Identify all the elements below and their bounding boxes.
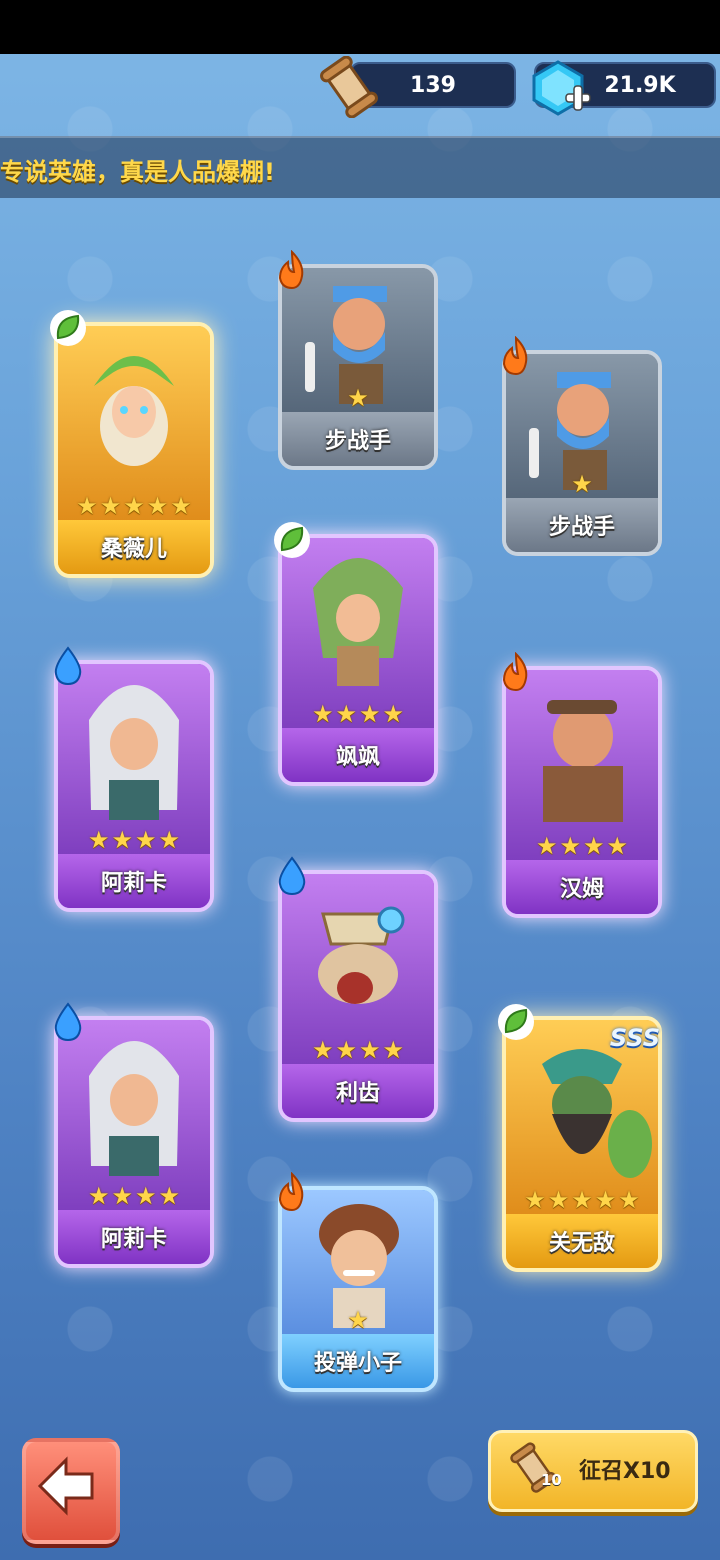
- hero-card[interactable]: ★ ★ ★ ★ 利齿: [278, 856, 438, 1122]
- star-rating: ★: [571, 470, 593, 498]
- hero-name: 阿莉卡: [58, 854, 210, 908]
- hero-name: 步战手: [282, 412, 434, 466]
- water-element-icon: [54, 646, 82, 686]
- hero-name: 桑薇儿: [58, 520, 210, 574]
- fire-element-icon: [502, 652, 528, 692]
- hero-name: 利齿: [282, 1064, 434, 1118]
- hero-portrait: [506, 670, 658, 860]
- hero-card[interactable]: ★ 投弹小子: [278, 1172, 438, 1392]
- star-rating: ★ ★ ★ ★ ★: [524, 1186, 640, 1214]
- card-frame: ★ ★ ★ ★ 阿莉卡: [54, 660, 214, 912]
- hero-portrait: [58, 1020, 210, 1210]
- hero-card[interactable]: ★ ★ ★ ★ 汉姆: [502, 652, 662, 918]
- hero-portrait: [282, 874, 434, 1064]
- star-rating: ★ ★ ★ ★ ★: [76, 492, 192, 520]
- hero-card[interactable]: ★ ★ ★ ★ 阿莉卡: [54, 1002, 214, 1268]
- gem-plus-icon[interactable]: [528, 58, 592, 118]
- hero-card[interactable]: ★ ★ ★ ★ 飒飒: [274, 522, 438, 786]
- star-rating: ★ ★ ★ ★: [87, 1182, 181, 1210]
- card-frame: ★ ★ ★ ★ ★ 桑薇儿: [54, 322, 214, 578]
- water-element-icon: [54, 1002, 82, 1042]
- hero-card[interactable]: ★ ★ ★ ★ ★ 桑薇儿: [50, 310, 214, 578]
- announcement-banner: 专说英雄，真是人品爆棚!: [0, 136, 720, 198]
- hero-card[interactable]: ★ ★ ★ ★ ★ 关无敌 SSS: [498, 1004, 662, 1272]
- leaf-element-icon: [274, 522, 310, 558]
- summon-x10-button[interactable]: 10 征召X10: [488, 1430, 698, 1512]
- hero-card[interactable]: ★ ★ ★ ★ 阿莉卡: [54, 646, 214, 912]
- scroll-icon: [320, 56, 378, 118]
- hero-card[interactable]: ★ 步战手: [502, 336, 662, 556]
- fire-element-icon: [278, 1172, 304, 1212]
- card-frame: ★ ★ ★ ★ ★ 关无敌: [502, 1016, 662, 1272]
- sss-badge: SSS: [609, 1024, 660, 1052]
- card-frame: ★ ★ ★ ★ 利齿: [278, 870, 438, 1122]
- hero-name: 关无敌: [506, 1214, 658, 1268]
- summon-label: 征召X10: [579, 1459, 671, 1484]
- hero-name: 汉姆: [506, 860, 658, 914]
- star-rating: ★: [347, 384, 369, 412]
- star-rating: ★ ★ ★ ★: [87, 826, 181, 854]
- back-button[interactable]: [22, 1438, 120, 1544]
- card-frame: ★ 步战手: [502, 350, 662, 556]
- hero-portrait: [282, 538, 434, 728]
- star-rating: ★: [347, 1306, 369, 1334]
- hero-name: 投弹小子: [282, 1334, 434, 1388]
- hero-portrait: [58, 664, 210, 854]
- star-rating: ★ ★ ★ ★: [535, 832, 629, 860]
- scroll-count: 139: [410, 72, 456, 98]
- star-rating: ★ ★ ★ ★: [311, 700, 405, 728]
- fire-element-icon: [278, 250, 304, 290]
- status-bar: [0, 0, 720, 54]
- card-frame: ★ 投弹小子: [278, 1186, 438, 1392]
- summon-cost: 10: [541, 1471, 562, 1489]
- leaf-element-icon: [50, 310, 86, 346]
- gem-count: 21.9K: [604, 72, 676, 98]
- hero-card[interactable]: ★ 步战手: [278, 250, 438, 470]
- hero-name: 飒飒: [282, 728, 434, 782]
- star-rating: ★ ★ ★ ★: [311, 1036, 405, 1064]
- fire-element-icon: [502, 336, 528, 376]
- card-frame: ★ ★ ★ ★ 阿莉卡: [54, 1016, 214, 1268]
- banner-text: 专说英雄，真是人品爆棚!: [0, 158, 275, 186]
- card-frame: ★ ★ ★ ★ 飒飒: [278, 534, 438, 786]
- water-element-icon: [278, 856, 306, 896]
- hero-name: 步战手: [506, 498, 658, 552]
- arrow-left-icon: [37, 1456, 94, 1516]
- card-frame: ★ ★ ★ ★ 汉姆: [502, 666, 662, 918]
- hero-portrait: [58, 326, 210, 520]
- card-frame: ★ 步战手: [278, 264, 438, 470]
- hero-name: 阿莉卡: [58, 1210, 210, 1264]
- leaf-element-icon: [498, 1004, 534, 1040]
